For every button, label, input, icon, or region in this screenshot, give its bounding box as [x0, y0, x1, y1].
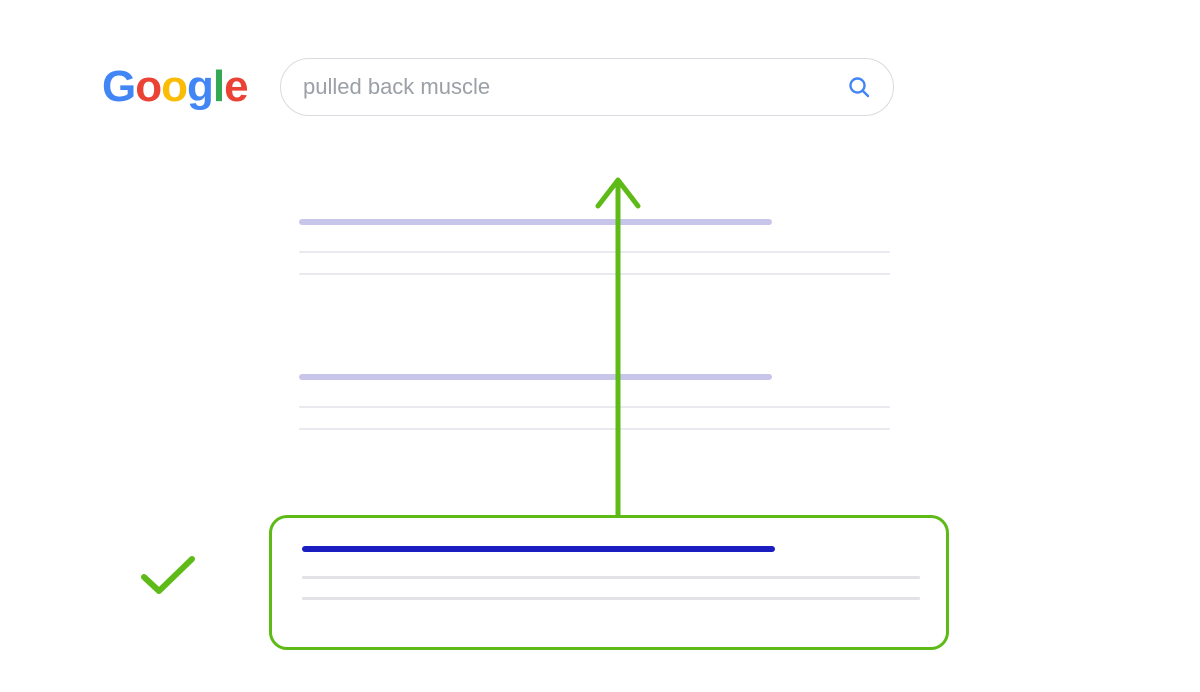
search-bar[interactable] [280, 58, 894, 116]
search-input[interactable] [303, 74, 847, 100]
checkmark-icon [140, 555, 196, 597]
result-title-placeholder [302, 546, 775, 552]
highlighted-search-result [269, 515, 949, 650]
google-logo: Google [102, 62, 248, 112]
result-snippet-placeholder [302, 576, 920, 579]
rank-up-arrow-icon [594, 172, 642, 518]
result-title-placeholder [299, 219, 772, 225]
result-snippet-placeholder [302, 597, 920, 600]
search-icon[interactable] [847, 75, 871, 99]
result-title-placeholder [299, 374, 772, 380]
